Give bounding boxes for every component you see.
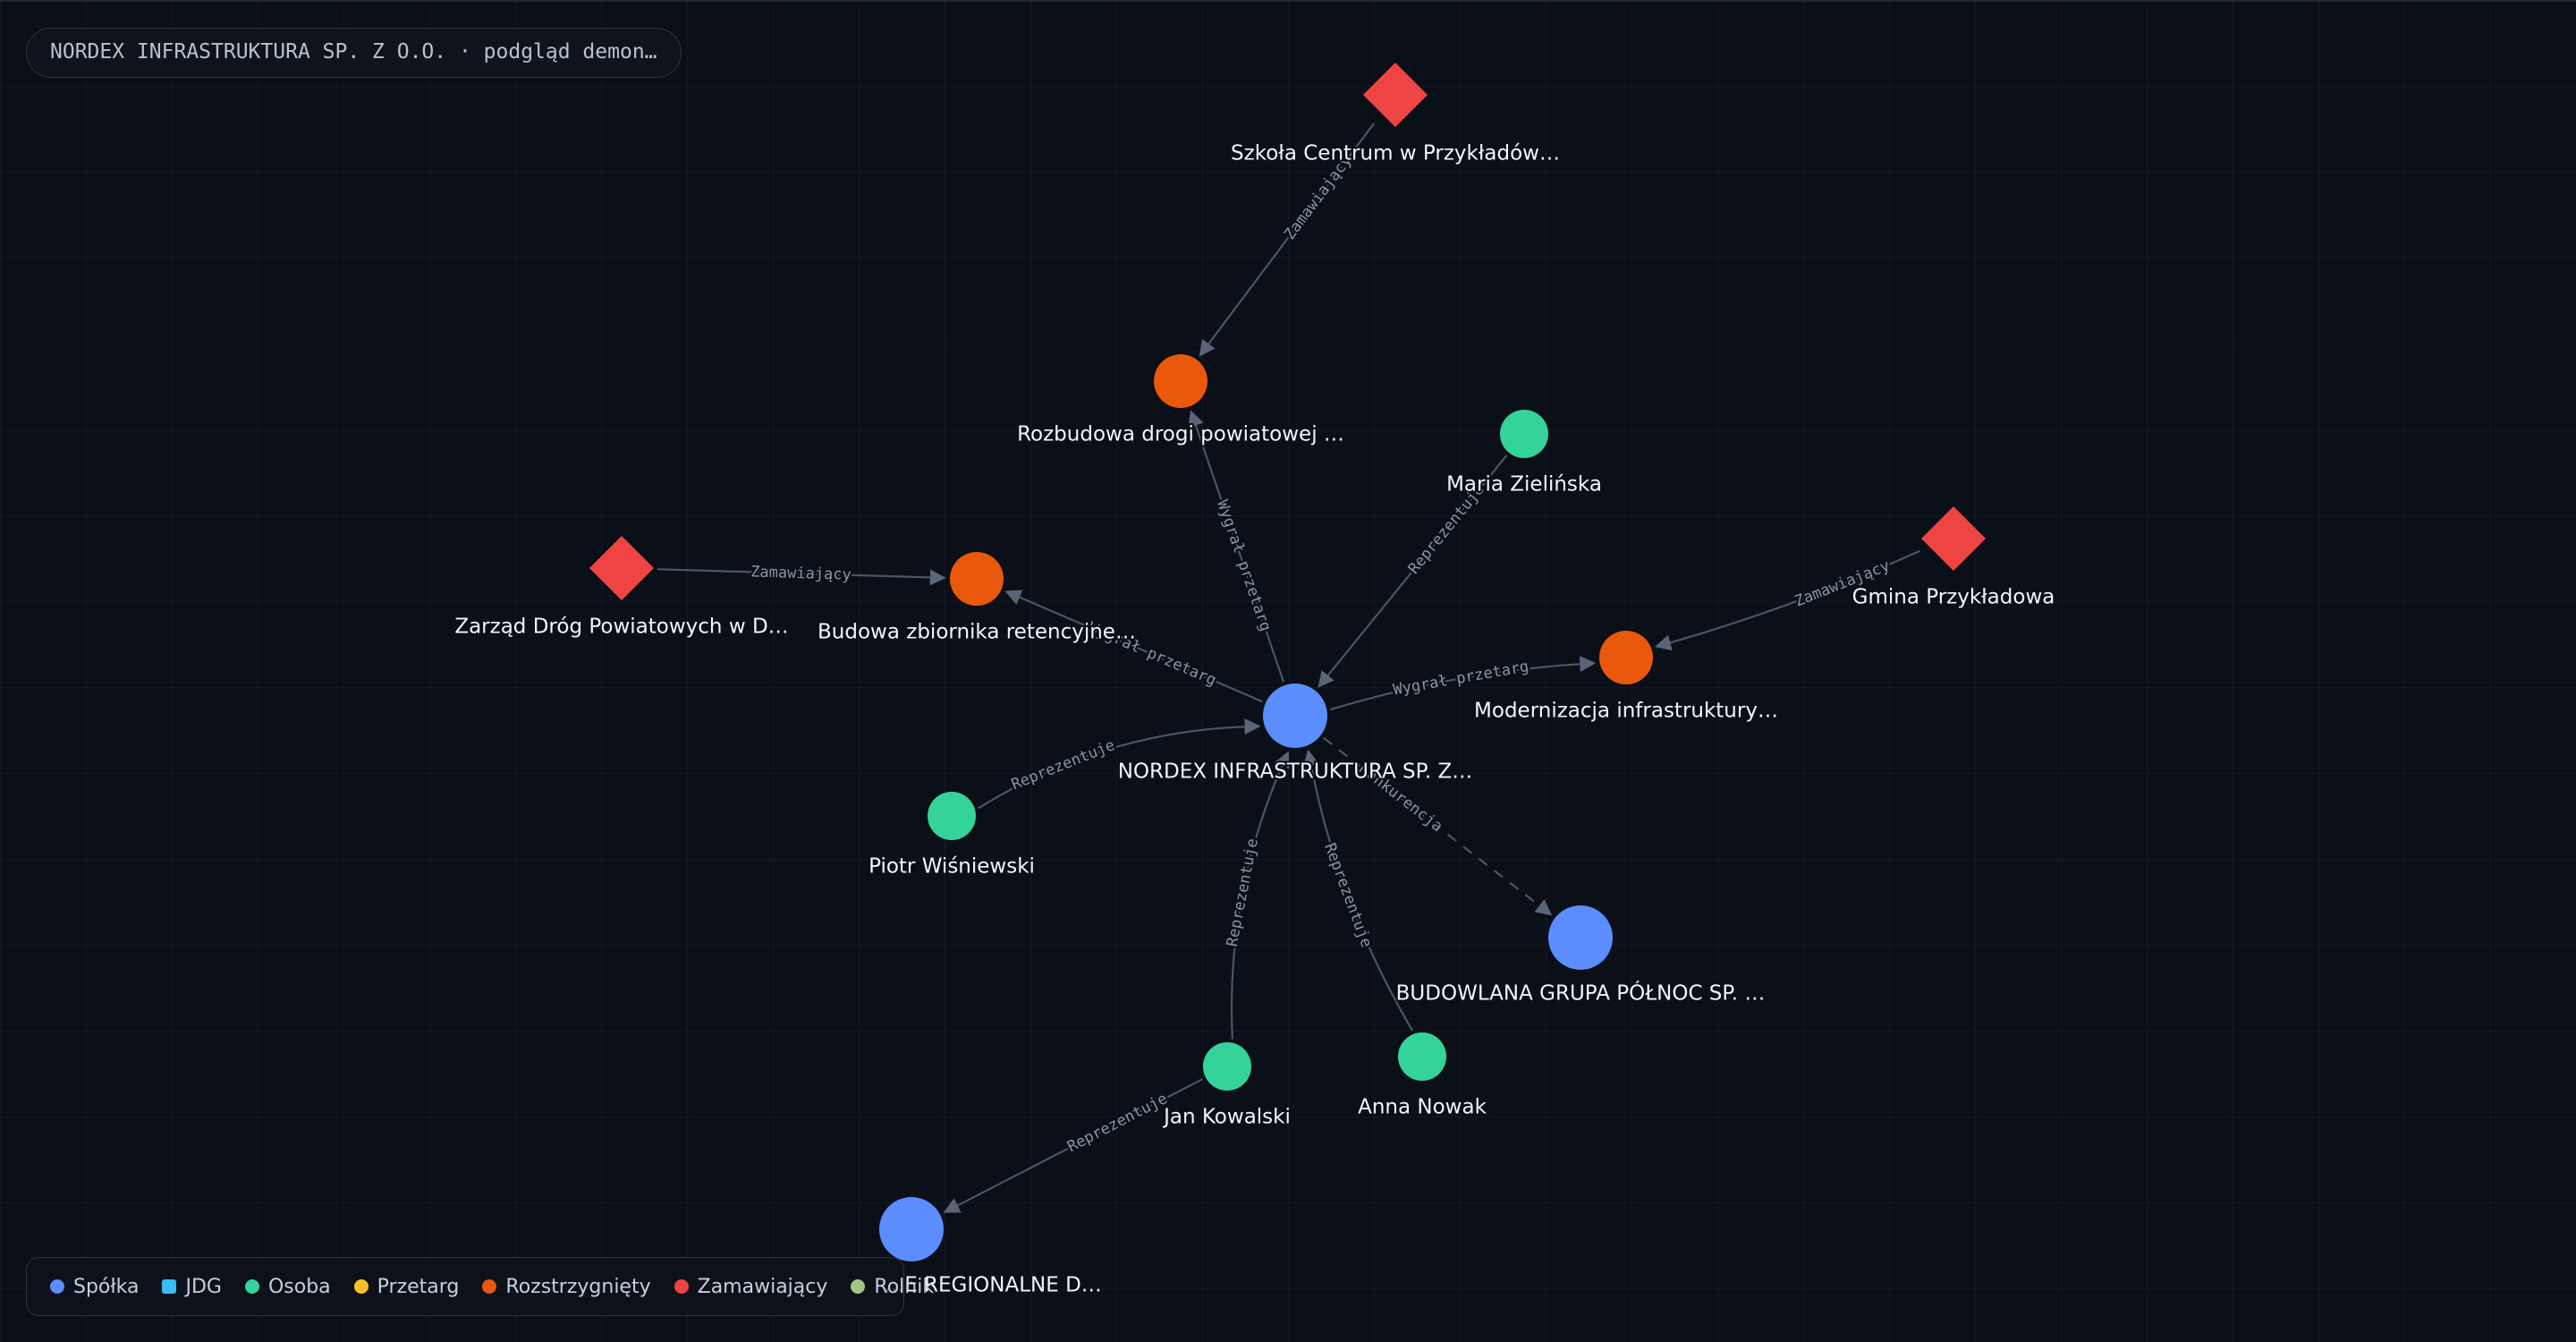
node-label-jan: Jan Kowalski (1162, 1106, 1291, 1129)
node-label-gmina: Gmina Przykładowa (1852, 586, 2055, 609)
legend-item-osoba: Osoba (244, 1275, 331, 1298)
circle-node-shape (1548, 905, 1613, 970)
node-label-szkola: Szkoła Centrum w Przykładów… (1231, 142, 1560, 166)
legend-item-zamawiajacy: Zamawiający (674, 1275, 828, 1298)
legend-swatch-spolka (50, 1279, 64, 1294)
node-label-rozbudowa: Rozbudowa drogi powiatowej … (1017, 423, 1344, 446)
legend-swatch-osoba (244, 1279, 259, 1294)
node-label-nordex: NORDEX INFRASTRUKTURA SP. Z… (1118, 760, 1473, 784)
relationship-graph[interactable]: ZamawiającyZamawiający ZamawiającyWygrał … (0, 0, 2576, 1342)
legend-swatch-zamawiajacy (674, 1279, 689, 1294)
legend-item-spolka: Spółka (50, 1276, 139, 1298)
legend-swatch-przetarg (353, 1279, 369, 1294)
circle-node-shape (928, 792, 976, 840)
legend-label: Przetarg (377, 1275, 460, 1298)
legend-label: Osoba (267, 1275, 331, 1298)
legend-label: Rolnik (874, 1275, 935, 1298)
grid-background (0, 0, 2576, 1342)
legend-label: Zamawiający (697, 1275, 828, 1298)
circle-node-shape (1500, 410, 1548, 458)
circle-node-shape (950, 552, 1004, 606)
legend-item-przetarg: Przetarg (353, 1275, 460, 1298)
legend-label: Spółka (73, 1275, 140, 1298)
circle-node-shape (1154, 354, 1208, 408)
node-label-anna: Anna Nowak (1358, 1096, 1487, 1119)
node-label-budowlana: BUDOWLANA GRUPA PÓŁNOC SP. … (1396, 981, 1766, 1006)
node-label-maria: Maria Zielińska (1446, 473, 1602, 497)
node-label-piotr: Piotr Wiśniewski (869, 855, 1035, 879)
legend-swatch-rozstrzygniety (482, 1279, 497, 1294)
legend-label: Rozstrzygnięty (505, 1275, 651, 1298)
legend: Spółka JDG Osoba Przetarg Rozstrzygnięty Zama… (26, 1257, 934, 1316)
legend-item-rolnik: Rolnik (851, 1276, 934, 1298)
legend-item-jdg: JDG (162, 1275, 222, 1298)
graph-title: NORDEX INFRASTRUKTURA SP. Z O.O. · podgl… (26, 28, 682, 78)
node-label-zbiornik: Budowa zbiornika retencyjne… (818, 621, 1136, 644)
circle-node-shape (1203, 1042, 1251, 1091)
node-label-modernizacja: Modernizacja infrastruktury… (1474, 700, 1778, 723)
node-label-zarzad: Zarząd Dróg Powiatowych w D… (454, 616, 788, 639)
circle-node-shape (1599, 631, 1653, 684)
legend-item-rozstrzygniety: Rozstrzygnięty (482, 1275, 651, 1298)
legend-swatch-jdg (162, 1279, 177, 1294)
edge-label-zarzad-zbiornik: Zamawiający (750, 563, 852, 583)
legend-label: JDG (185, 1275, 222, 1298)
circle-node-shape (879, 1197, 944, 1261)
legend-swatch-rolnik (851, 1279, 866, 1294)
circle-node-shape (1263, 684, 1327, 748)
circle-node-shape (1398, 1032, 1446, 1081)
